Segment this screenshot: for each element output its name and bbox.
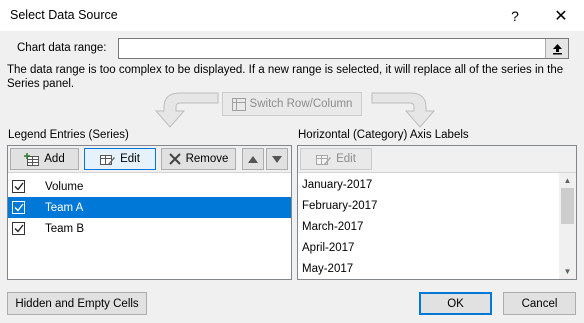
checkmark-icon — [14, 224, 24, 233]
chart-data-range-input[interactable] — [118, 38, 569, 59]
curved-arrow-right-icon — [371, 92, 436, 128]
switch-grid-icon — [231, 97, 246, 111]
switch-row-column-button[interactable]: Switch Row/Column — [222, 92, 362, 116]
edit-table-icon — [100, 154, 116, 165]
curved-arrow-left-icon — [154, 92, 219, 128]
move-up-button[interactable] — [242, 148, 264, 170]
series-row-volume[interactable]: Volume — [8, 176, 291, 197]
axis-labels-label: Horizontal (Category) Axis Labels — [298, 129, 469, 141]
series-checkbox[interactable] — [12, 222, 25, 235]
series-name: Team B — [45, 222, 84, 235]
legend-toolbar: Add Edit Remove — [8, 146, 291, 173]
triangle-up-icon — [248, 155, 258, 163]
remove-series-button[interactable]: Remove — [161, 148, 236, 170]
hidden-empty-cells-button[interactable]: Hidden and Empty Cells — [7, 292, 147, 315]
axis-label-item: March-2017 — [302, 220, 364, 233]
checkmark-icon — [14, 182, 24, 191]
series-name: Team A — [45, 201, 84, 214]
series-checkbox[interactable] — [12, 180, 25, 193]
edit-axis-labels-label: Edit — [336, 153, 356, 165]
legend-entries-panel: Add Edit Remove Volume Team A Team B — [7, 145, 292, 280]
title-bar: Select Data Source ? ✕ — [0, 0, 584, 32]
cancel-button[interactable]: Cancel — [503, 292, 576, 315]
scroll-up-icon[interactable]: ▲ — [559, 173, 576, 188]
triangle-down-icon — [272, 155, 282, 163]
collapse-dialog-button[interactable] — [545, 39, 568, 58]
axis-label-item: January-2017 — [302, 178, 373, 191]
series-checkbox[interactable] — [12, 201, 25, 214]
range-note: The data range is too complex to be disp… — [7, 64, 564, 90]
upload-arrow-icon — [552, 43, 562, 54]
move-down-button[interactable] — [266, 148, 288, 170]
add-series-label: Add — [44, 153, 65, 165]
series-name: Volume — [45, 180, 84, 193]
edit-series-button[interactable]: Edit — [84, 148, 156, 170]
switch-row-column-label: Switch Row/Column — [249, 98, 353, 110]
edit-series-label: Edit — [120, 153, 140, 165]
remove-series-label: Remove — [185, 153, 229, 165]
series-row-team-a[interactable]: Team A — [8, 197, 291, 218]
close-button[interactable]: ✕ — [546, 2, 576, 30]
axis-toolbar: Edit — [298, 146, 576, 173]
edit-table-icon — [316, 154, 332, 165]
scroll-down-icon[interactable]: ▼ — [559, 264, 576, 279]
add-series-button[interactable]: Add — [10, 148, 79, 170]
axis-label-item: February-2017 — [302, 199, 378, 212]
axis-label-item: April-2017 — [302, 241, 355, 254]
scrollbar-thumb[interactable] — [561, 188, 574, 224]
axis-label-item: May-2017 — [302, 262, 354, 275]
ok-button[interactable]: OK — [419, 292, 492, 315]
add-table-icon — [24, 152, 40, 166]
edit-axis-labels-button[interactable]: Edit — [300, 148, 372, 170]
window-title: Select Data Source — [10, 8, 118, 22]
chart-data-range-label: Chart data range: — [17, 42, 107, 54]
help-button[interactable]: ? — [500, 2, 530, 30]
series-row-team-b[interactable]: Team B — [8, 218, 291, 239]
legend-entries-label: Legend Entries (Series) — [8, 129, 129, 141]
axis-labels-panel: Edit January-2017 February-2017 March-20… — [297, 145, 577, 280]
axis-labels-scrollbar[interactable]: ▲ ▼ — [559, 173, 576, 279]
checkmark-icon — [14, 203, 24, 212]
remove-x-icon — [168, 153, 181, 165]
